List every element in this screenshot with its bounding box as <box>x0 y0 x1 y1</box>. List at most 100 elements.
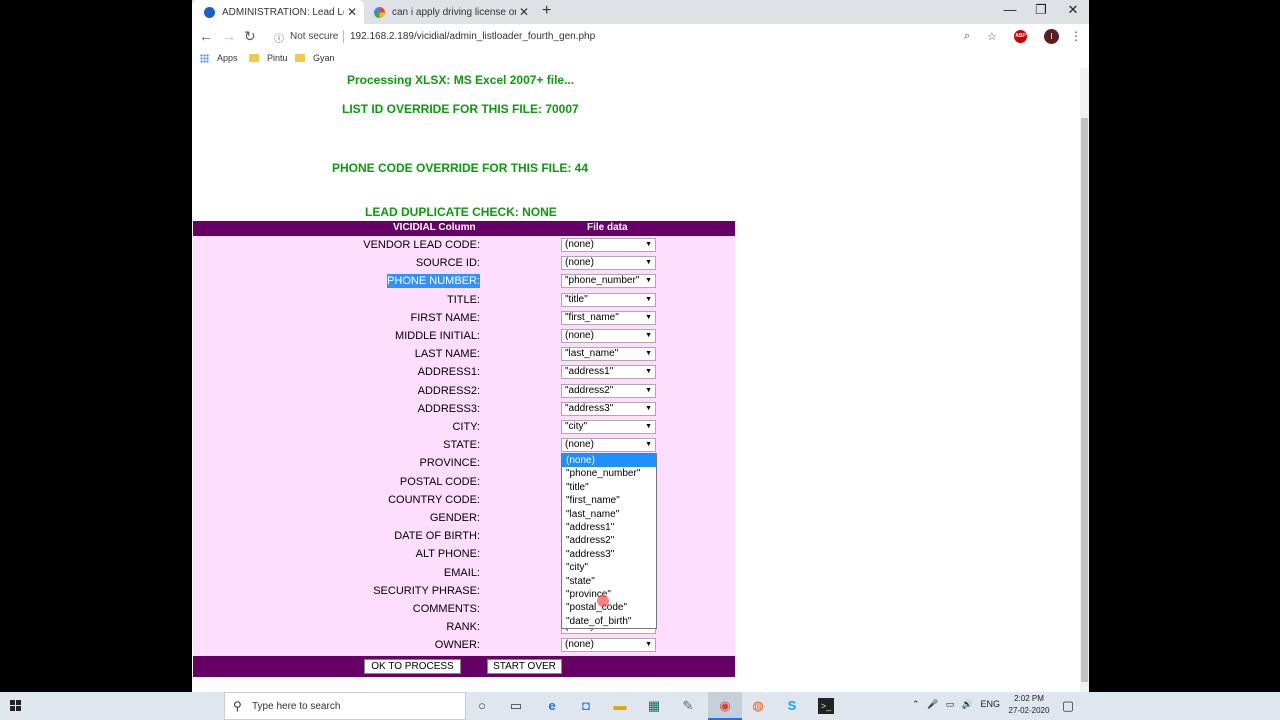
ok-to-process-button[interactable]: OK TO PROCESS <box>364 659 461 674</box>
field-select[interactable]: (none) ▼ <box>561 256 656 271</box>
field-select[interactable]: "last_name" ▼ <box>561 347 656 362</box>
field-label: SOURCE ID: <box>415 257 480 270</box>
adblock-icon[interactable]: ABP <box>1014 30 1027 43</box>
field-select[interactable]: "phone_number" ▼ <box>561 274 656 289</box>
phone-code-override: PHONE CODE OVERRIDE FOR THIS FILE: 44 <box>332 161 589 175</box>
file-explorer-icon[interactable]: ▬ <box>612 698 628 714</box>
col-vicidial-column: VICIDIAL Column <box>393 222 476 233</box>
notifications-icon[interactable]: ▢ <box>1060 698 1076 714</box>
security-label[interactable]: Not secure <box>290 31 338 42</box>
bookmark-apps[interactable]: Apps <box>200 53 238 63</box>
new-tab-button[interactable]: + <box>542 2 551 20</box>
taskbar-search[interactable]: ⚲ Type here to search <box>224 692 466 720</box>
dropdown-option[interactable]: "city" <box>562 561 656 574</box>
field-select-value: (none) <box>565 330 594 341</box>
field-select[interactable]: (none) ▼ <box>561 638 656 653</box>
forward-button[interactable]: → <box>222 28 236 44</box>
firefox-icon[interactable]: ◍ <box>750 698 766 714</box>
field-select[interactable]: "first_name" ▼ <box>561 310 656 325</box>
tool-icon[interactable]: ✎ <box>680 698 696 714</box>
field-select[interactable]: (none) ▼ <box>561 438 656 453</box>
bookmark-star-icon[interactable]: ☆ <box>987 30 997 43</box>
field-select[interactable]: (none) ▼ <box>561 238 656 252</box>
scrollbar[interactable] <box>1080 68 1089 692</box>
clock[interactable]: 2:02 PM 27-02-2020 <box>1002 693 1056 717</box>
app-icon[interactable]: ▦ <box>646 698 662 714</box>
skype-icon[interactable]: S <box>784 698 800 714</box>
close-window-button[interactable]: ✕ <box>1058 2 1088 18</box>
clock-date: 27-02-2020 <box>1008 706 1050 715</box>
field-label: COUNTRY CODE: <box>388 493 480 506</box>
processing-text: Processing XLSX: MS Excel 2007+ file... <box>347 73 575 87</box>
tab-close-icon[interactable]: ✕ <box>344 5 360 19</box>
field-label: PROVINCE: <box>419 457 480 470</box>
dropdown-arrow-icon: ▼ <box>645 295 652 303</box>
dropdown-arrow-icon: ▼ <box>645 313 652 321</box>
system-tray[interactable]: ⌃ 🎤 ▭ 🔊 ENG <box>912 699 1000 710</box>
url-field[interactable]: 192.168.2.189/vicidial/admin_listloader_… <box>350 31 595 42</box>
dropdown-option[interactable]: "address1" <box>562 521 656 534</box>
dropdown-option[interactable]: "state" <box>562 575 656 588</box>
dropdown-option[interactable]: "postal_code" <box>562 601 656 614</box>
chrome-taskbar-button[interactable]: ◉ <box>708 692 742 720</box>
field-label: ADDRESS1: <box>417 366 480 379</box>
dropdown-option[interactable]: "date_of_birth" <box>562 615 656 628</box>
field-label: MIDDLE INITIAL: <box>395 330 480 342</box>
menu-icon[interactable]: ⋮ <box>1070 29 1082 43</box>
bookmark-gyan[interactable]: Gyan <box>295 53 335 63</box>
start-over-button[interactable]: START OVER <box>487 659 562 674</box>
field-select[interactable]: "address3" ▼ <box>561 401 656 416</box>
folder-icon <box>295 54 305 62</box>
reload-button[interactable]: ↻ <box>244 28 256 45</box>
cortana-icon[interactable]: ○ <box>474 698 490 714</box>
field-select-value: (none) <box>565 439 594 451</box>
apps-grid-icon <box>200 53 209 63</box>
dropdown-option[interactable]: (none) <box>562 454 656 468</box>
edge-icon[interactable]: e <box>544 698 560 714</box>
terminal-icon[interactable]: >_ <box>818 698 834 714</box>
field-label: POSTAL CODE: <box>399 475 480 488</box>
field-select-value: "address2" <box>565 384 614 396</box>
field-select[interactable]: "city" ▼ <box>561 420 656 434</box>
dropdown-arrow-icon: ▼ <box>645 441 652 449</box>
dropdown-option[interactable]: "address3" <box>562 548 656 561</box>
bookmarks-bar: Apps Pintu Gyan <box>192 50 1089 68</box>
field-select[interactable]: (none) ▼ <box>561 329 656 343</box>
field-select[interactable]: "address2" ▼ <box>561 383 656 398</box>
folder-icon <box>249 54 259 62</box>
profile-avatar[interactable]: I <box>1044 29 1059 44</box>
task-view-icon[interactable]: ▭ <box>508 698 524 714</box>
dropdown-arrow-icon: ▼ <box>645 423 652 430</box>
field-select[interactable]: "title" ▼ <box>561 292 656 307</box>
dropdown-option[interactable]: "title" <box>562 481 656 494</box>
tab-close-icon[interactable]: ✕ <box>516 5 532 19</box>
minimize-button[interactable]: — <box>995 2 1025 17</box>
field-label: COMMENTS: <box>412 603 480 615</box>
table-header: VICIDIAL Column File data <box>193 221 735 236</box>
dropdown-option[interactable]: "first_name" <box>562 494 656 507</box>
language-indicator[interactable]: ENG <box>980 699 1000 709</box>
field-select[interactable]: "address1" ▼ <box>561 365 656 380</box>
bookmark-pintu[interactable]: Pintu <box>249 53 288 63</box>
field-label: OWNER: <box>434 639 480 652</box>
field-select-value: "city" <box>565 421 588 432</box>
field-label: GENDER: <box>429 512 480 524</box>
field-label: TITLE: <box>446 293 480 306</box>
column-dropdown-list[interactable]: (none) "phone_number" "title" "first_name" "… <box>561 453 657 629</box>
dropdown-arrow-icon: ▼ <box>645 259 652 267</box>
windows-start-icon[interactable] <box>0 692 32 720</box>
dropdown-option[interactable]: "province" <box>562 588 656 601</box>
zoom-icon[interactable]: ⌕ <box>964 30 970 43</box>
maximize-button[interactable]: ❐ <box>1026 2 1056 18</box>
bookmark-label: Gyan <box>313 53 335 63</box>
back-button[interactable]: ← <box>199 28 213 44</box>
dropdown-option[interactable]: "phone_number" <box>562 467 656 480</box>
dropdown-option[interactable]: "last_name" <box>562 508 656 521</box>
field-label: FIRST NAME: <box>410 311 480 324</box>
info-icon[interactable]: ⓘ <box>274 30 284 45</box>
tab-google-search[interactable]: can i apply driving license online ✕ <box>364 0 536 24</box>
scrollbar-thumb[interactable] <box>1081 118 1088 682</box>
store-icon[interactable]: ◘ <box>578 698 594 714</box>
tab-lead-loader[interactable]: ADMINISTRATION: Lead Loader ✕ <box>192 0 364 24</box>
dropdown-option[interactable]: "address2" <box>562 534 656 547</box>
